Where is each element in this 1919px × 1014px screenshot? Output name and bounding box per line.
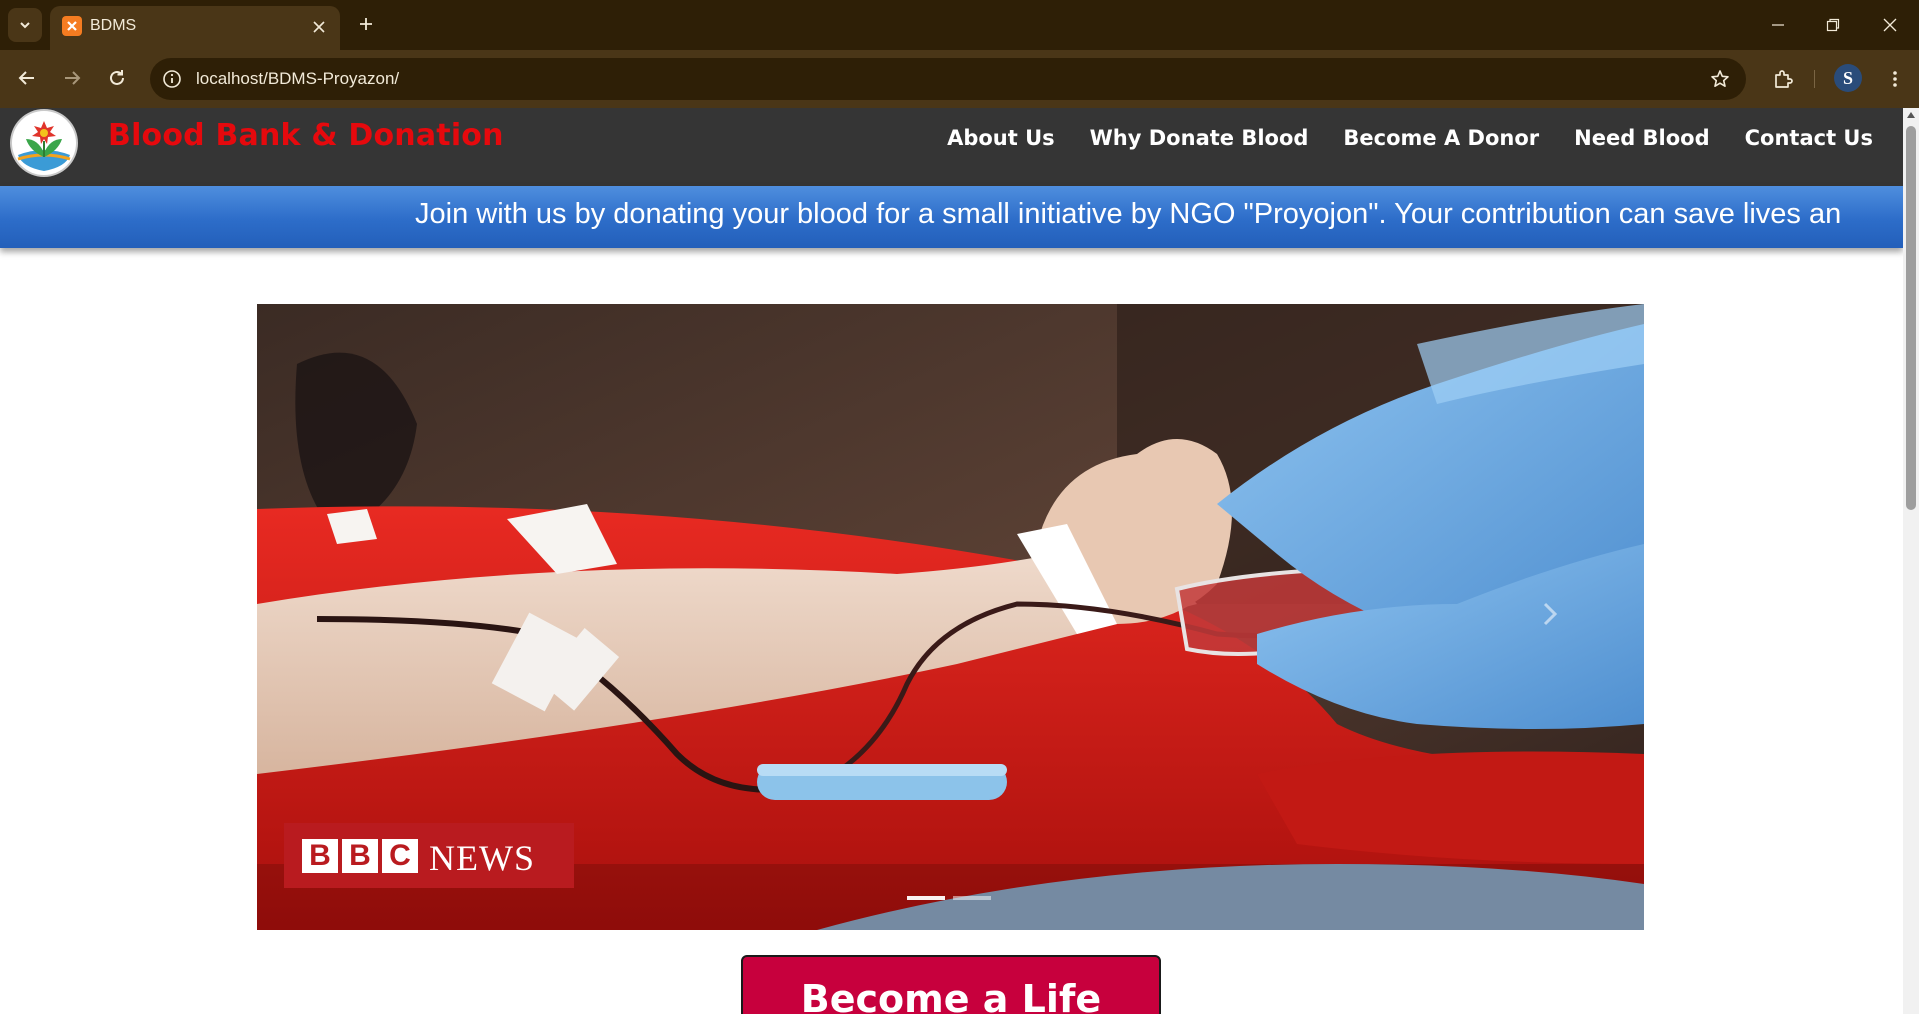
bbc-block-b1: B bbox=[302, 839, 338, 873]
close-window-button[interactable] bbox=[1875, 10, 1905, 40]
star-icon bbox=[1711, 70, 1729, 87]
address-bar[interactable]: localhost/BDMS-Proyazon/ bbox=[150, 58, 1746, 100]
reload-button[interactable] bbox=[101, 62, 133, 94]
info-icon bbox=[163, 70, 181, 88]
bbc-news-text: NEWS bbox=[429, 838, 535, 878]
nav-about-us[interactable]: About Us bbox=[947, 126, 1055, 150]
bbc-news-watermark: B B C NEWS bbox=[284, 823, 574, 888]
nav-need-blood[interactable]: Need Blood bbox=[1574, 126, 1710, 150]
tab-close-button[interactable] bbox=[310, 18, 328, 36]
page-scrollbar[interactable] bbox=[1903, 108, 1919, 1014]
carousel-next-button[interactable] bbox=[1529, 594, 1569, 634]
site-info-button[interactable] bbox=[160, 67, 184, 91]
bbc-block-c: C bbox=[382, 839, 418, 873]
browser-tab-strip: BDMS bbox=[0, 0, 1919, 50]
scrollbar-thumb[interactable] bbox=[1906, 126, 1916, 510]
xampp-favicon-icon bbox=[62, 16, 82, 36]
minimize-button[interactable] bbox=[1763, 10, 1793, 40]
chevron-down-icon bbox=[20, 22, 30, 29]
browser-menu-button[interactable] bbox=[1880, 64, 1910, 94]
arrow-right-icon bbox=[65, 71, 81, 85]
toolbar-divider bbox=[1814, 70, 1815, 88]
close-icon bbox=[313, 21, 325, 33]
page-viewport: Blood Bank & Donation About Us Why Donat… bbox=[0, 108, 1903, 1014]
close-icon bbox=[1883, 18, 1897, 32]
browser-toolbar: localhost/BDMS-Proyazon/ bbox=[0, 50, 1919, 108]
kebab-menu-icon bbox=[1893, 71, 1897, 87]
browser-tab-active[interactable]: BDMS bbox=[50, 6, 340, 50]
marquee-text: Join with us by donating your blood for … bbox=[415, 198, 1842, 230]
puzzle-icon bbox=[1775, 70, 1793, 88]
bookmark-button[interactable] bbox=[1708, 67, 1732, 91]
chevron-right-icon bbox=[1543, 602, 1558, 626]
ngo-logo[interactable] bbox=[12, 111, 76, 175]
announcement-marquee: Join with us by donating your blood for … bbox=[0, 186, 1903, 248]
ngo-logo-icon bbox=[13, 112, 75, 174]
nav-become-a-donor[interactable]: Become A Donor bbox=[1343, 126, 1539, 150]
carousel-indicators bbox=[907, 896, 991, 900]
url-text: localhost/BDMS-Proyazon/ bbox=[196, 69, 400, 88]
main-nav: About Us Why Donate Blood Become A Donor… bbox=[947, 126, 1873, 150]
forward-button[interactable] bbox=[56, 62, 88, 94]
back-button[interactable] bbox=[11, 62, 43, 94]
tab-search-button[interactable] bbox=[8, 8, 42, 42]
arrow-left-icon bbox=[18, 71, 34, 85]
tab-title: BDMS bbox=[90, 17, 137, 34]
bbc-block-b2: B bbox=[342, 839, 378, 873]
restore-button[interactable] bbox=[1818, 10, 1848, 40]
plus-icon bbox=[360, 18, 372, 30]
new-tab-button[interactable] bbox=[352, 10, 380, 38]
extensions-button[interactable] bbox=[1768, 64, 1798, 94]
nav-why-donate-blood[interactable]: Why Donate Blood bbox=[1090, 126, 1309, 150]
minimize-icon bbox=[1772, 24, 1784, 26]
carousel-indicator-1[interactable] bbox=[907, 896, 945, 900]
scroll-up-arrow-icon[interactable] bbox=[1907, 112, 1915, 118]
profile-avatar[interactable]: S bbox=[1834, 64, 1862, 92]
hero-carousel[interactable]: B B C NEWS bbox=[257, 304, 1644, 930]
become-life-saver-button[interactable]: Become a Life Saver bbox=[741, 955, 1161, 1014]
bbc-letter-blocks: B B C bbox=[302, 839, 418, 873]
site-header: Blood Bank & Donation About Us Why Donat… bbox=[0, 108, 1903, 186]
nav-contact-us[interactable]: Contact Us bbox=[1745, 126, 1873, 150]
carousel-indicator-2[interactable] bbox=[953, 896, 991, 900]
reload-icon bbox=[110, 70, 124, 85]
site-brand-title[interactable]: Blood Bank & Donation bbox=[108, 118, 504, 153]
restore-icon bbox=[1826, 18, 1840, 32]
